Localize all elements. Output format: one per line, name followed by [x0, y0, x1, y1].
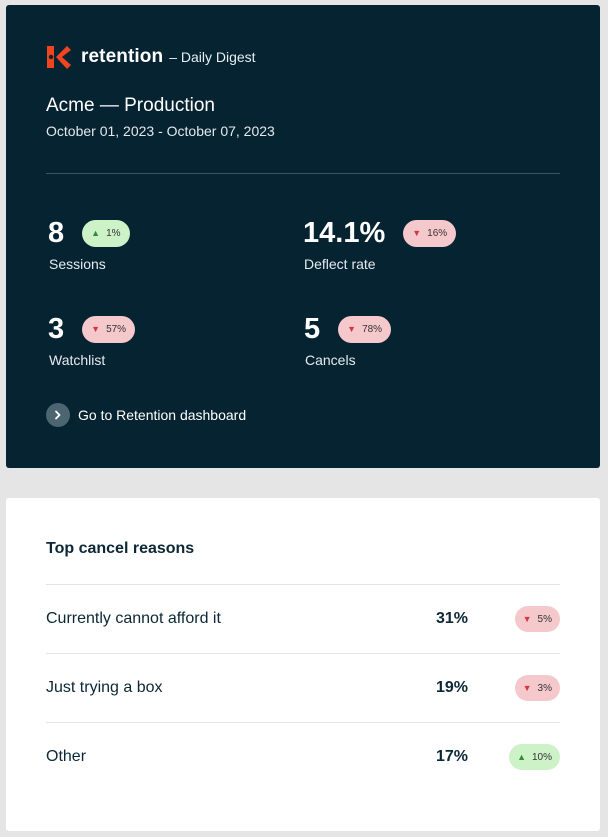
cancel-reasons-list: Currently cannot afford it 31% ▼ 5% Just…	[46, 584, 560, 791]
down-arrow-icon: ▼	[412, 228, 422, 238]
section-title: Top cancel reasons	[46, 540, 195, 557]
down-arrow-icon: ▼	[347, 324, 357, 334]
reason-label: Other	[46, 748, 87, 765]
brand-subtitle: – Daily Digest	[169, 49, 256, 65]
metric-label: Watchlist	[49, 352, 106, 368]
metric-label: Cancels	[305, 352, 356, 368]
change-badge: ▼ 5%	[514, 606, 560, 632]
brand: retention – Daily Digest	[45, 43, 256, 71]
dashboard-link-label[interactable]: Go to Retention dashboard	[78, 407, 246, 423]
metric-label: Deflect rate	[304, 256, 376, 272]
reason-label: Just trying a box	[46, 679, 163, 696]
reason-percent: 31%	[435, 610, 468, 627]
cancel-reasons-card: Top cancel reasons Currently cannot affo…	[6, 498, 600, 831]
change-badge: ▼ 16%	[403, 219, 457, 247]
change-value: 3%	[537, 682, 552, 694]
change-value: 78%	[362, 323, 383, 335]
metric-label: Sessions	[49, 256, 106, 272]
chevron-right-icon[interactable]	[46, 403, 70, 427]
change-value: 10%	[531, 751, 552, 763]
metric-cancels: 5 ▼ 78% Cancels	[304, 311, 392, 368]
change-value: 1%	[106, 227, 121, 239]
brand-name: retention	[81, 46, 164, 67]
list-item[interactable]: Just trying a box 19% ▼ 3%	[46, 653, 560, 722]
divider	[46, 173, 560, 174]
change-badge: ▼ 78%	[338, 315, 392, 343]
retention-dashboard-link[interactable]: Go to Retention dashboard	[46, 403, 246, 427]
metric-value: 3	[48, 313, 65, 345]
reason-label: Currently cannot afford it	[46, 610, 221, 627]
change-badge: ▲ 10%	[509, 744, 560, 770]
down-arrow-icon: ▼	[522, 683, 532, 693]
down-arrow-icon: ▼	[522, 614, 532, 624]
metric-deflect-rate: 14.1% ▼ 16% Deflect rate	[303, 215, 457, 272]
metric-watchlist: 3 ▼ 57% Watchlist	[48, 311, 136, 368]
retention-logo-icon	[47, 46, 71, 69]
reason-percent: 19%	[435, 679, 468, 696]
change-badge: ▼ 57%	[82, 315, 136, 343]
date-range: October 01, 2023 - October 07, 2023	[46, 123, 275, 139]
digest-summary-card: retention – Daily Digest Acme — Producti…	[6, 5, 600, 468]
change-badge: ▼ 3%	[514, 675, 560, 701]
metric-value: 5	[304, 313, 321, 345]
change-value: 5%	[537, 613, 552, 625]
list-item[interactable]: Currently cannot afford it 31% ▼ 5%	[46, 584, 560, 653]
up-arrow-icon: ▲	[91, 228, 101, 238]
change-value: 57%	[106, 323, 127, 335]
metric-value: 8	[48, 217, 65, 249]
change-badge: ▲ 1%	[82, 219, 130, 247]
metric-sessions: 8 ▲ 1% Sessions	[48, 215, 130, 272]
up-arrow-icon: ▲	[517, 752, 526, 762]
list-item[interactable]: Other 17% ▲ 10%	[46, 722, 560, 791]
change-value: 16%	[427, 227, 448, 239]
metric-value: 14.1%	[303, 217, 386, 249]
project-name: Acme — Production	[46, 95, 215, 116]
down-arrow-icon: ▼	[91, 324, 101, 334]
reason-percent: 17%	[435, 748, 468, 765]
